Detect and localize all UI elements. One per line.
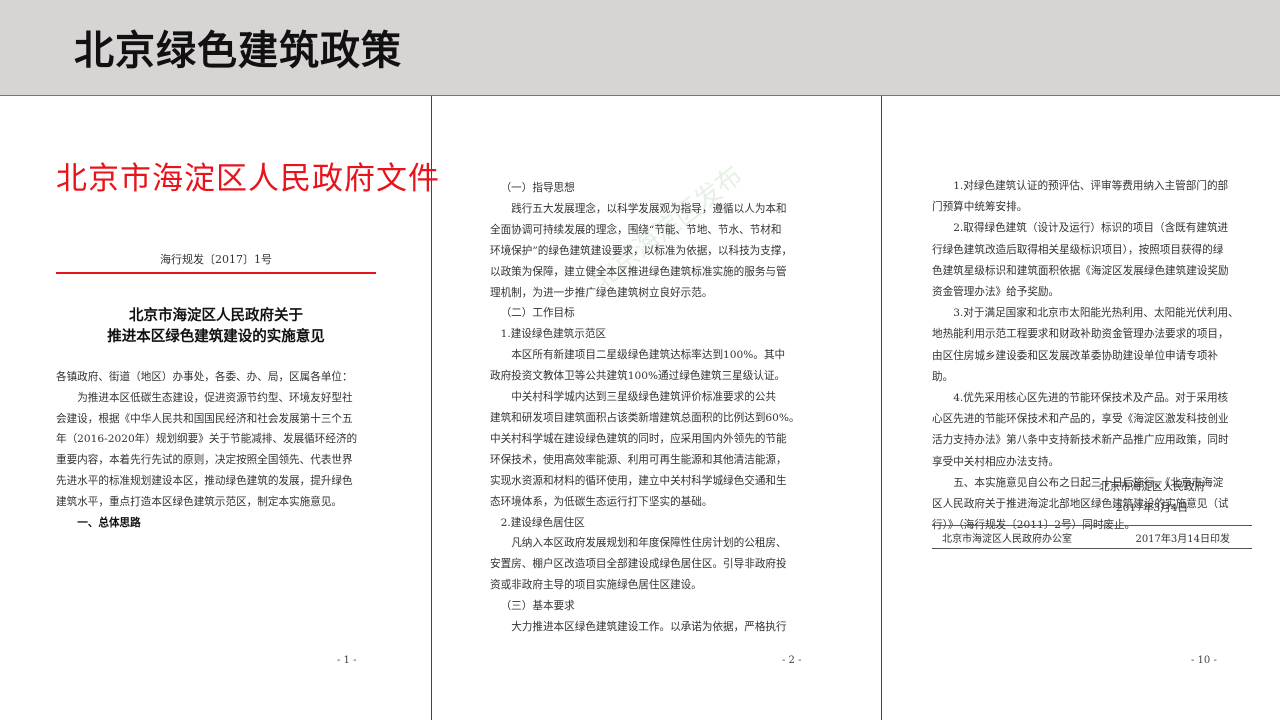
body-line: 以政策为保障，建立健全本区推进绿色建筑标准实施的服务与管	[490, 265, 787, 278]
signature-authority: 北京市海淀区人民政府	[1099, 481, 1205, 493]
body-line: 3.对于满足国家和北京市太阳能光热利用、太阳能光伏利用、	[953, 307, 1239, 320]
printer-office: 北京市海淀区人民政府办公室	[942, 534, 1072, 545]
body-line: 建筑和研发项目建筑面积占该类新增建筑总面积的比例达到60%。	[490, 411, 800, 424]
body-line: 行绿色建筑改造后取得相关星级标识项目），按照项目获得的绿	[932, 243, 1224, 256]
body-line: 理机制，为进一步推广绿色建筑树立良好示范。	[490, 286, 713, 299]
section-heading: （三）基本要求	[500, 600, 575, 613]
section-heading: 1.建设绿色建筑示范区	[500, 328, 607, 341]
page1-body: 各镇政府、街道（地区）办事处，各委、办、局，区属各单位： 为推进本区低碳生态建设…	[56, 367, 379, 533]
section-heading: （二）工作目标	[500, 307, 575, 320]
body-line: 本区所有新建项目二星级绿色建筑达标率达到100%。其中	[511, 349, 786, 362]
section-heading: 2.建设绿色居住区	[500, 516, 585, 529]
body-line: 大力推进本区绿色建筑建设工作。以承诺为依据，严格执行	[511, 621, 787, 634]
body-line: 实现水资源和材料的循环使用，建立中关村科学城绿色交通和生	[490, 474, 787, 487]
body-line: 全面协调可持续发展的理念，围绕“节能、节地、节水、节材和	[490, 223, 782, 236]
section-heading: （一）指导思想	[500, 182, 575, 194]
document-title: 北京市海淀区人民政府关于 推进本区绿色建筑建设的实施意见	[56, 306, 376, 348]
print-date: 2017年3月14日印发	[1135, 534, 1230, 545]
body-line: 活力支持办法》第八条中支持新技术新产品推广应用政策，同时	[932, 434, 1229, 447]
body-line: 地热能利用示范工程要求和财政补助资金管理办法要求的项目，	[932, 328, 1229, 341]
body-line: 享受中关村相应办法支持。	[932, 455, 1060, 468]
red-divider-line	[56, 272, 376, 274]
body-line: 1.对绿色建筑认证的预评估、评审等费用纳入主管部门的部	[953, 180, 1229, 192]
slide-title: 北京绿色建筑政策	[74, 28, 402, 74]
body-line: 重要内容，本着先行先试的原则，决定按照全国领先、代表世界	[56, 454, 353, 467]
body-line: 各镇政府、街道（地区）办事处，各委、办、局，区属各单位：	[56, 371, 353, 383]
page-number: - 2 -	[782, 655, 802, 666]
signature-block: 北京市海淀区人民政府 2017年3月4日	[1064, 477, 1240, 519]
body-line: 由区住房城乡建设委和区发展改革委协助建设单位申请专项补	[932, 349, 1219, 362]
body-line: 中关村科学城内达到三星级绿色建筑评价标准要求的公共	[511, 391, 777, 404]
body-line: 2.取得绿色建筑（设计及运行）标识的项目（含既有建筑进	[953, 222, 1229, 235]
body-line: 心区先进的节能环保技术和产品的，享受《海淀区激发科技创业	[932, 413, 1229, 426]
body-line: 为推进本区低碳生态建设，促进资源节约型、环境友好型社	[77, 391, 353, 404]
body-line: 4.优先采用核心区先进的节能环保技术及产品。对于采用核	[953, 392, 1229, 405]
body-line: 凡纳入本区政府发展规划和年度保障性住房计划的公租房、	[511, 537, 787, 550]
body-line: 政府投资文教体卫等公共建筑100%通过绿色建筑三星级认证。	[490, 370, 786, 383]
body-line: 践行五大发展理念，以科学发展观为指导，遵循以人为本和	[511, 202, 787, 215]
page-number: - 1 -	[337, 655, 357, 666]
printer-rule-bottom	[932, 548, 1252, 549]
page2-body: （一）指导思想 践行五大发展理念，以科学发展观为指导，遵循以人为本和 全面协调可…	[490, 82, 835, 638]
section-heading: 一、总体思路	[77, 516, 141, 529]
body-line: 环境保护”的绿色建筑建设要求，以标准为依据，以科技为支撑，	[490, 244, 793, 257]
body-line: 建筑水平，重点打造本区绿色建筑示范区，制定本实施意见。	[56, 495, 343, 508]
body-line: 态环境体系，为低碳生态运行打下坚实的基础。	[490, 495, 713, 508]
document-number: 海行规发〔2017〕1号	[160, 253, 272, 266]
page-number: - 10 -	[1191, 655, 1217, 666]
signature-date: 2017年3月4日	[1115, 502, 1189, 514]
body-line: 年（2016-2020年）规划纲要》关于节能减排、发展循环经济的	[56, 433, 358, 446]
document-title-line: 推进本区绿色建筑建设的实施意见	[107, 329, 325, 345]
body-line: 安置房、棚户区改造项目全部建设成绿色居住区。引导非政府投	[490, 558, 787, 571]
body-line: 色建筑星级标识和建筑面积依据《海淀区发展绿色建筑建设奖励	[932, 264, 1229, 277]
body-line: 先进水平的标准规划建设本区，推动绿色建筑的发展，提升绿色	[56, 474, 353, 487]
document-title-line: 北京市海淀区人民政府关于	[129, 308, 303, 324]
body-line: 环保技术，使用高效率能源、利用可再生能源和其他清洁能源，	[490, 453, 787, 466]
document-red-header: 北京市海淀区人民政府文件	[56, 161, 440, 197]
body-line: 资金管理办法》给予奖励。	[932, 286, 1060, 299]
body-line: 中关村科学城在建设绿色建筑的同时，应采用国内外领先的节能	[490, 432, 787, 445]
page3-body: 1.对绿色建筑认证的预评估、评审等费用纳入主管部门的部 门预算中统筹安排。 2.…	[932, 82, 1252, 536]
body-line: 资或非政府主导的项目实施绿色居住区建设。	[490, 579, 702, 592]
printer-rule-top	[932, 525, 1252, 526]
body-line: 门预算中统筹安排。	[932, 201, 1028, 214]
body-line: 会建设，根据《中华人民共和国国民经济和社会发展第十三个五	[56, 412, 353, 425]
page-divider	[881, 96, 882, 720]
body-line: 助。	[932, 370, 954, 383]
